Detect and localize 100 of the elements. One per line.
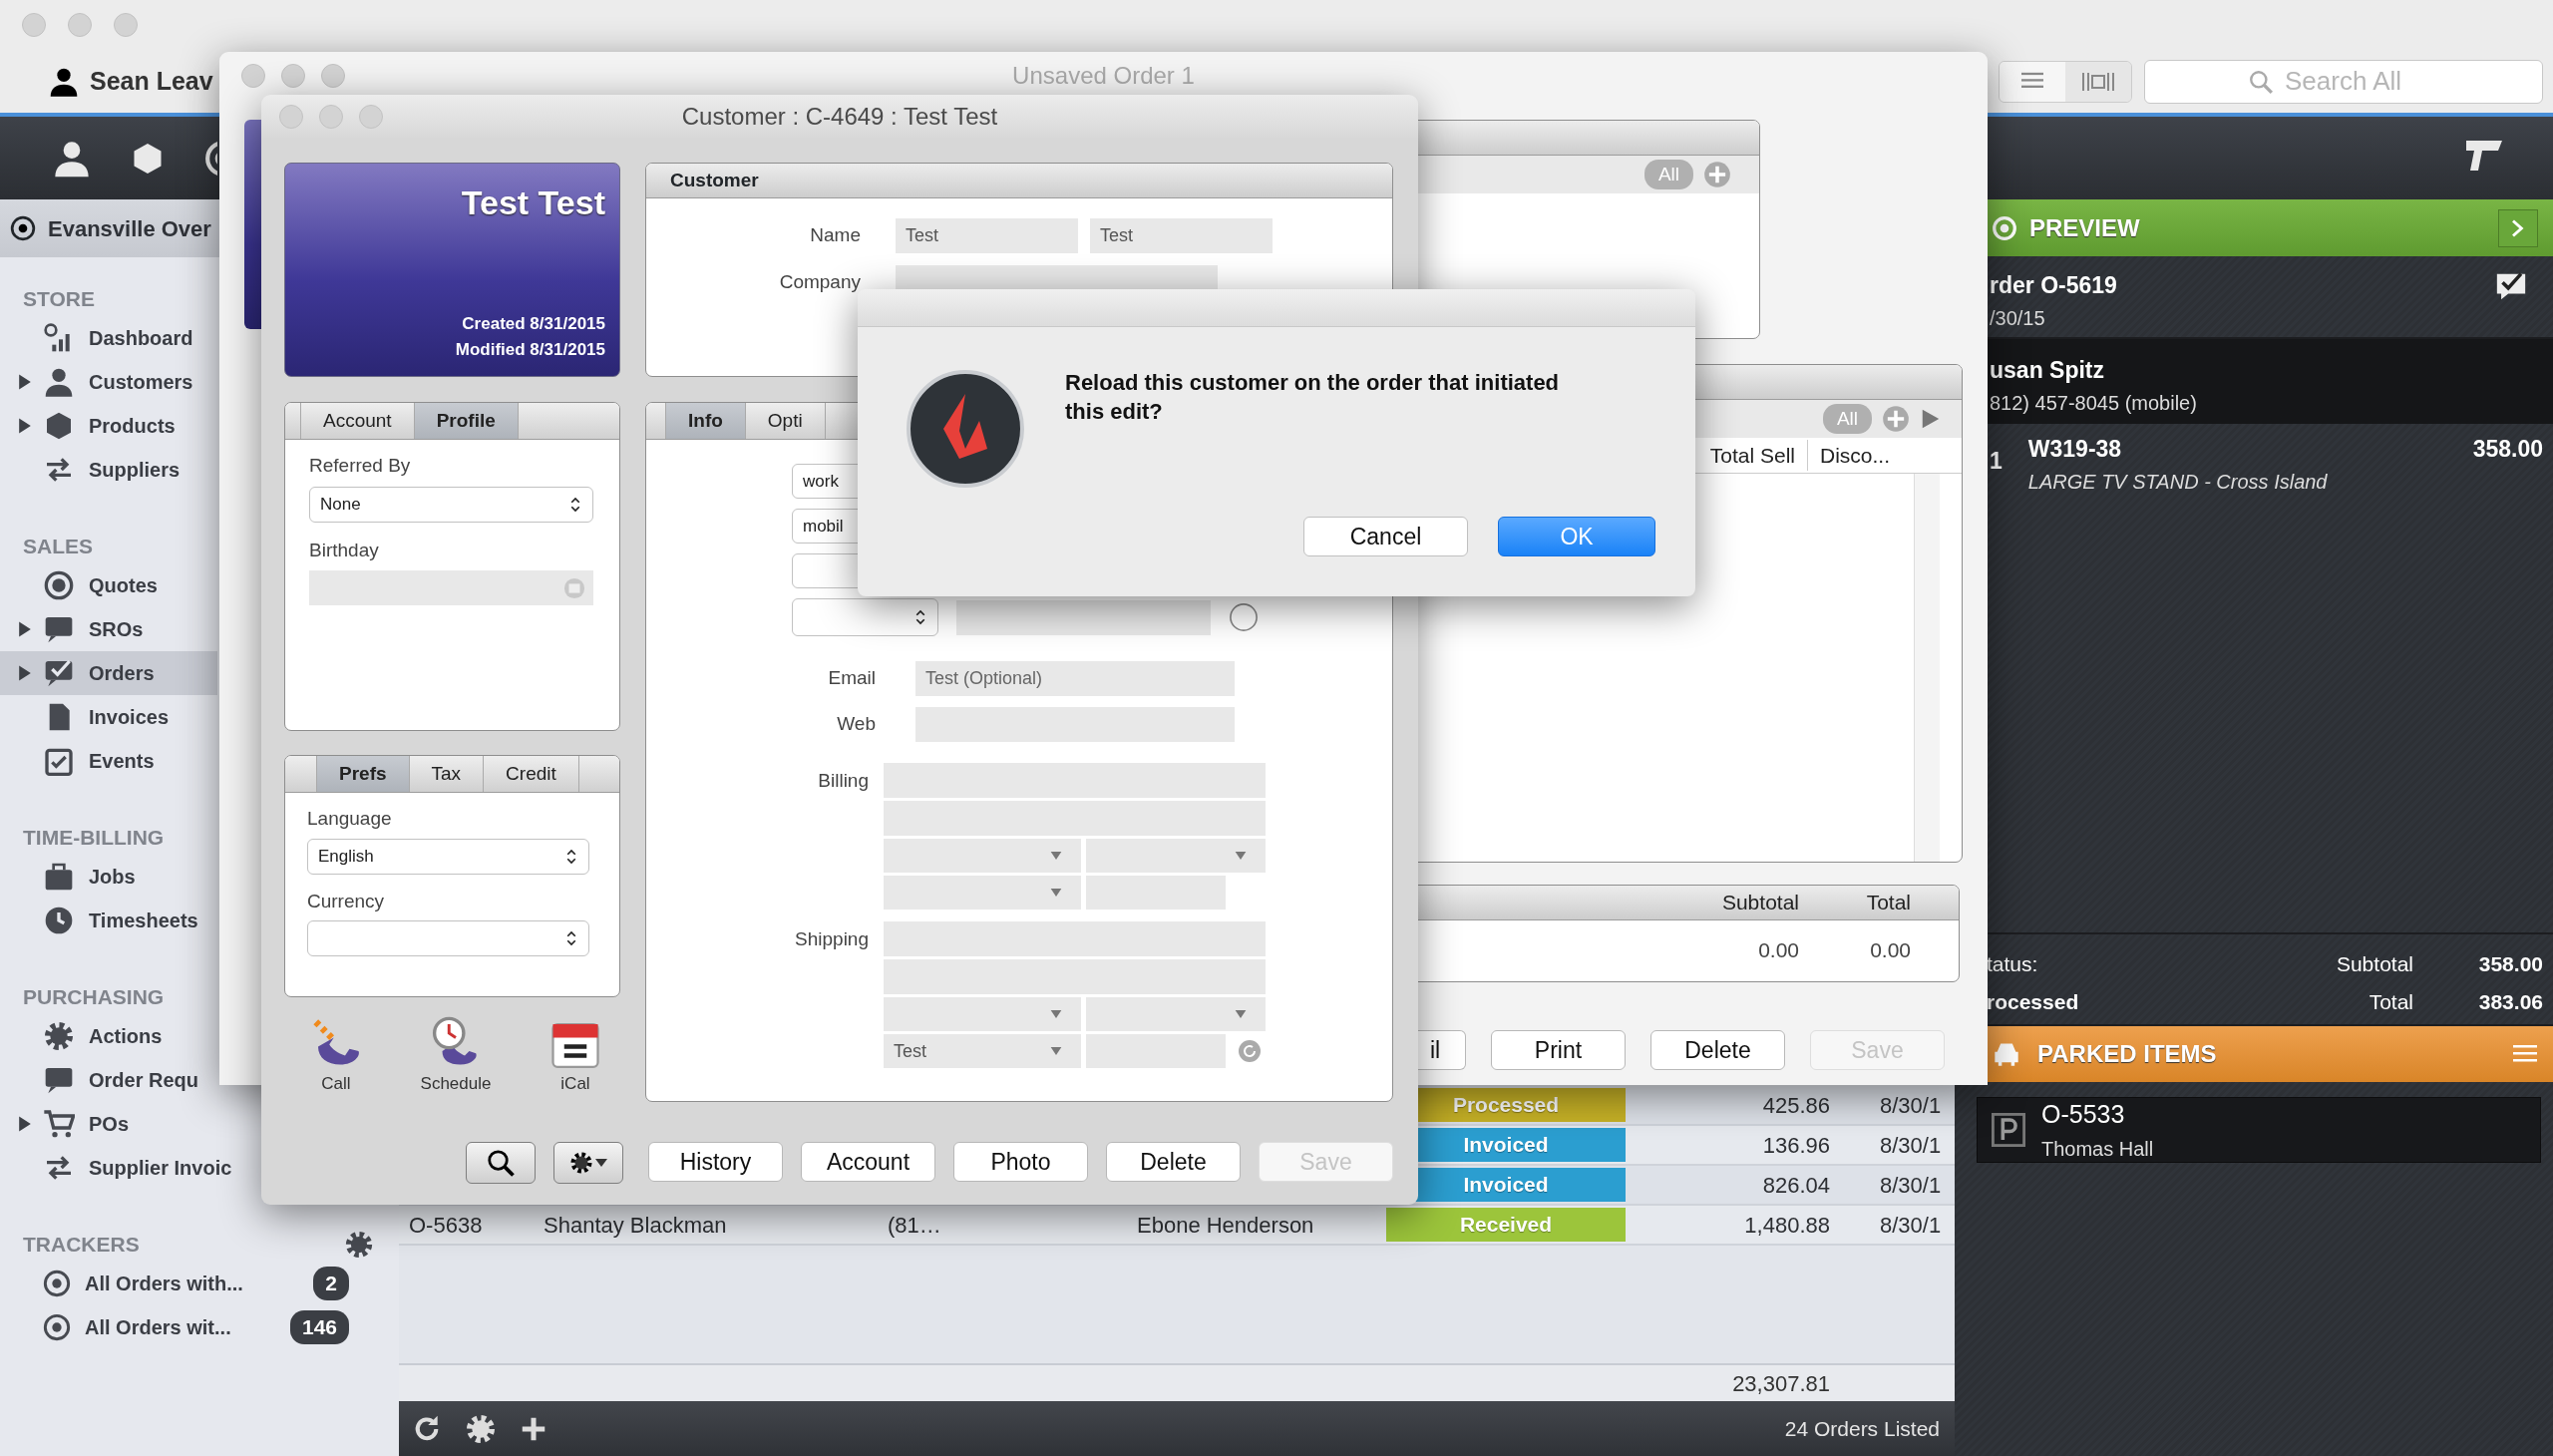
sidebar-item[interactable]: Quotes bbox=[0, 563, 217, 607]
cancel-button[interactable]: Cancel bbox=[1303, 517, 1468, 556]
currency-select[interactable] bbox=[307, 920, 589, 956]
minimize-button[interactable] bbox=[281, 64, 305, 88]
sidebar-item[interactable]: Events bbox=[0, 739, 217, 783]
radio-button-icon[interactable] bbox=[1229, 602, 1259, 632]
search-field[interactable]: Search All bbox=[2144, 59, 2543, 104]
email-field[interactable]: Test (Optional) bbox=[915, 661, 1235, 696]
action-button[interactable]: il bbox=[1418, 1030, 1466, 1070]
sidebar-item[interactable]: Customers bbox=[0, 360, 217, 404]
close-button[interactable] bbox=[241, 64, 265, 88]
person-icon bbox=[43, 366, 75, 398]
field-label: Company bbox=[778, 270, 861, 295]
zoom-button[interactable] bbox=[114, 13, 138, 37]
sidebar-item[interactable]: Dashboard bbox=[0, 316, 217, 360]
language-select[interactable]: English bbox=[307, 838, 589, 875]
last-name-field[interactable]: Test bbox=[1090, 218, 1273, 253]
settings-icon[interactable] bbox=[465, 1412, 497, 1445]
table-cell-text: 425.86 bbox=[1761, 1091, 1830, 1120]
tab[interactable]: Info bbox=[666, 403, 746, 439]
column-header[interactable]: Total Sell bbox=[1697, 439, 1807, 472]
sidebar-item[interactable]: Jobs bbox=[0, 855, 217, 899]
first-name-field[interactable]: Test bbox=[896, 218, 1078, 253]
action-button[interactable]: Account bbox=[801, 1142, 935, 1182]
dropdown-field[interactable] bbox=[884, 839, 1081, 873]
tab[interactable]: Prefs bbox=[317, 756, 410, 792]
orders-count: 24 Orders Listed bbox=[1784, 1415, 1940, 1442]
gear-icon bbox=[43, 1020, 75, 1052]
columns-view-button[interactable] bbox=[2065, 61, 2131, 102]
settings-button[interactable] bbox=[553, 1142, 623, 1184]
order-date: /30/15 bbox=[1990, 305, 2046, 331]
dropdown-field[interactable] bbox=[1086, 997, 1266, 1031]
action-button[interactable]: Delete bbox=[1650, 1030, 1785, 1070]
parked-order[interactable]: O-5533 Thomas Hall bbox=[1977, 1097, 2541, 1163]
dropdown-field[interactable] bbox=[884, 997, 1081, 1031]
total-value: 0.00 bbox=[1757, 937, 1799, 964]
view-switcher[interactable] bbox=[1999, 60, 2132, 103]
list-view-button[interactable] bbox=[2000, 61, 2065, 102]
tab[interactable]: Tax bbox=[409, 756, 485, 792]
sidebar-item[interactable]: Invoices bbox=[0, 695, 217, 739]
table-cell-text: O-5638 bbox=[409, 1211, 484, 1240]
close-button[interactable] bbox=[279, 104, 303, 129]
dropdown-field[interactable] bbox=[1086, 839, 1266, 873]
tab[interactable]: Account bbox=[301, 403, 415, 439]
expand-button[interactable] bbox=[2498, 208, 2538, 247]
coin-icon bbox=[43, 569, 75, 601]
section-title: PURCHASING bbox=[22, 984, 165, 1011]
referred-by-select[interactable]: None bbox=[309, 486, 593, 523]
schedule-button[interactable]: Schedule bbox=[414, 1015, 498, 1097]
sidebar-item[interactable]: Supplier Invoic bbox=[0, 1146, 232, 1190]
minimize-button[interactable] bbox=[68, 13, 92, 37]
settings-icon[interactable] bbox=[344, 1230, 374, 1260]
total-label: Total bbox=[2368, 989, 2413, 1015]
field-label: Name bbox=[809, 223, 861, 248]
sidebar-item[interactable]: Actions bbox=[0, 1014, 217, 1058]
table-cell-text: Ebone Henderson bbox=[1137, 1211, 1315, 1240]
action-button[interactable]: Print bbox=[1491, 1030, 1626, 1070]
action-button[interactable]: Delete bbox=[1106, 1142, 1241, 1182]
field-label: Referred By bbox=[309, 454, 412, 478]
sidebar-item[interactable]: Timesheets bbox=[0, 899, 217, 942]
tab[interactable]: Credit bbox=[484, 756, 579, 792]
minimize-button[interactable] bbox=[319, 104, 343, 129]
tab[interactable]: Opti bbox=[745, 403, 826, 439]
tracker-name[interactable]: All Orders with... bbox=[85, 1269, 243, 1298]
window-title: Customer : C-4649 : Test Test bbox=[681, 101, 998, 132]
tab[interactable]: Profile bbox=[414, 403, 519, 439]
grand-total: 23,307.81 bbox=[1731, 1369, 1830, 1398]
sidebar-item[interactable]: SROs bbox=[0, 607, 217, 651]
sidebar-item[interactable]: Suppliers bbox=[0, 448, 217, 492]
field-label: Language bbox=[307, 807, 393, 831]
phone-type-select[interactable] bbox=[792, 598, 938, 636]
close-button[interactable] bbox=[22, 13, 46, 37]
call-button[interactable]: Call bbox=[294, 1015, 378, 1097]
sidebar-item[interactable]: POs bbox=[0, 1102, 217, 1146]
scrollbar[interactable] bbox=[1914, 474, 1940, 862]
table-cell-text: 8/30/1 bbox=[1879, 1171, 1943, 1200]
sidebar-item[interactable]: Orders bbox=[0, 651, 217, 695]
sidebar-item[interactable]: Order Requ bbox=[0, 1058, 217, 1102]
action-button[interactable]: Photo bbox=[953, 1142, 1088, 1182]
section-title: TIME-BILLING bbox=[22, 825, 165, 852]
field-label: Shipping bbox=[794, 927, 869, 951]
table-cell-text: (81… bbox=[888, 1211, 942, 1240]
date-field[interactable] bbox=[309, 570, 593, 605]
dropdown-field[interactable]: Test bbox=[884, 1034, 1081, 1068]
modified-date: Modified 8/31/2015 bbox=[455, 338, 605, 361]
ical-button[interactable]: iCal bbox=[534, 1015, 617, 1097]
zoom-button[interactable] bbox=[359, 104, 383, 129]
status-value: rocessed bbox=[1987, 989, 2080, 1015]
tracker-name[interactable]: All Orders wit... bbox=[85, 1312, 231, 1342]
section-title: TRACKERS bbox=[23, 1232, 140, 1259]
menu-icon[interactable] bbox=[2512, 1045, 2538, 1063]
sidebar-item[interactable]: Products bbox=[0, 404, 217, 448]
action-button[interactable]: History bbox=[648, 1142, 783, 1182]
zoom-button[interactable] bbox=[321, 64, 345, 88]
dropdown-field[interactable] bbox=[884, 876, 1081, 910]
column-header[interactable]: Disco... bbox=[1807, 439, 1902, 472]
table-cell-text: 826.04 bbox=[1761, 1171, 1830, 1200]
search-button[interactable] bbox=[466, 1142, 536, 1184]
column-header: Total bbox=[1865, 890, 1912, 916]
phone-field[interactable] bbox=[956, 599, 1211, 635]
